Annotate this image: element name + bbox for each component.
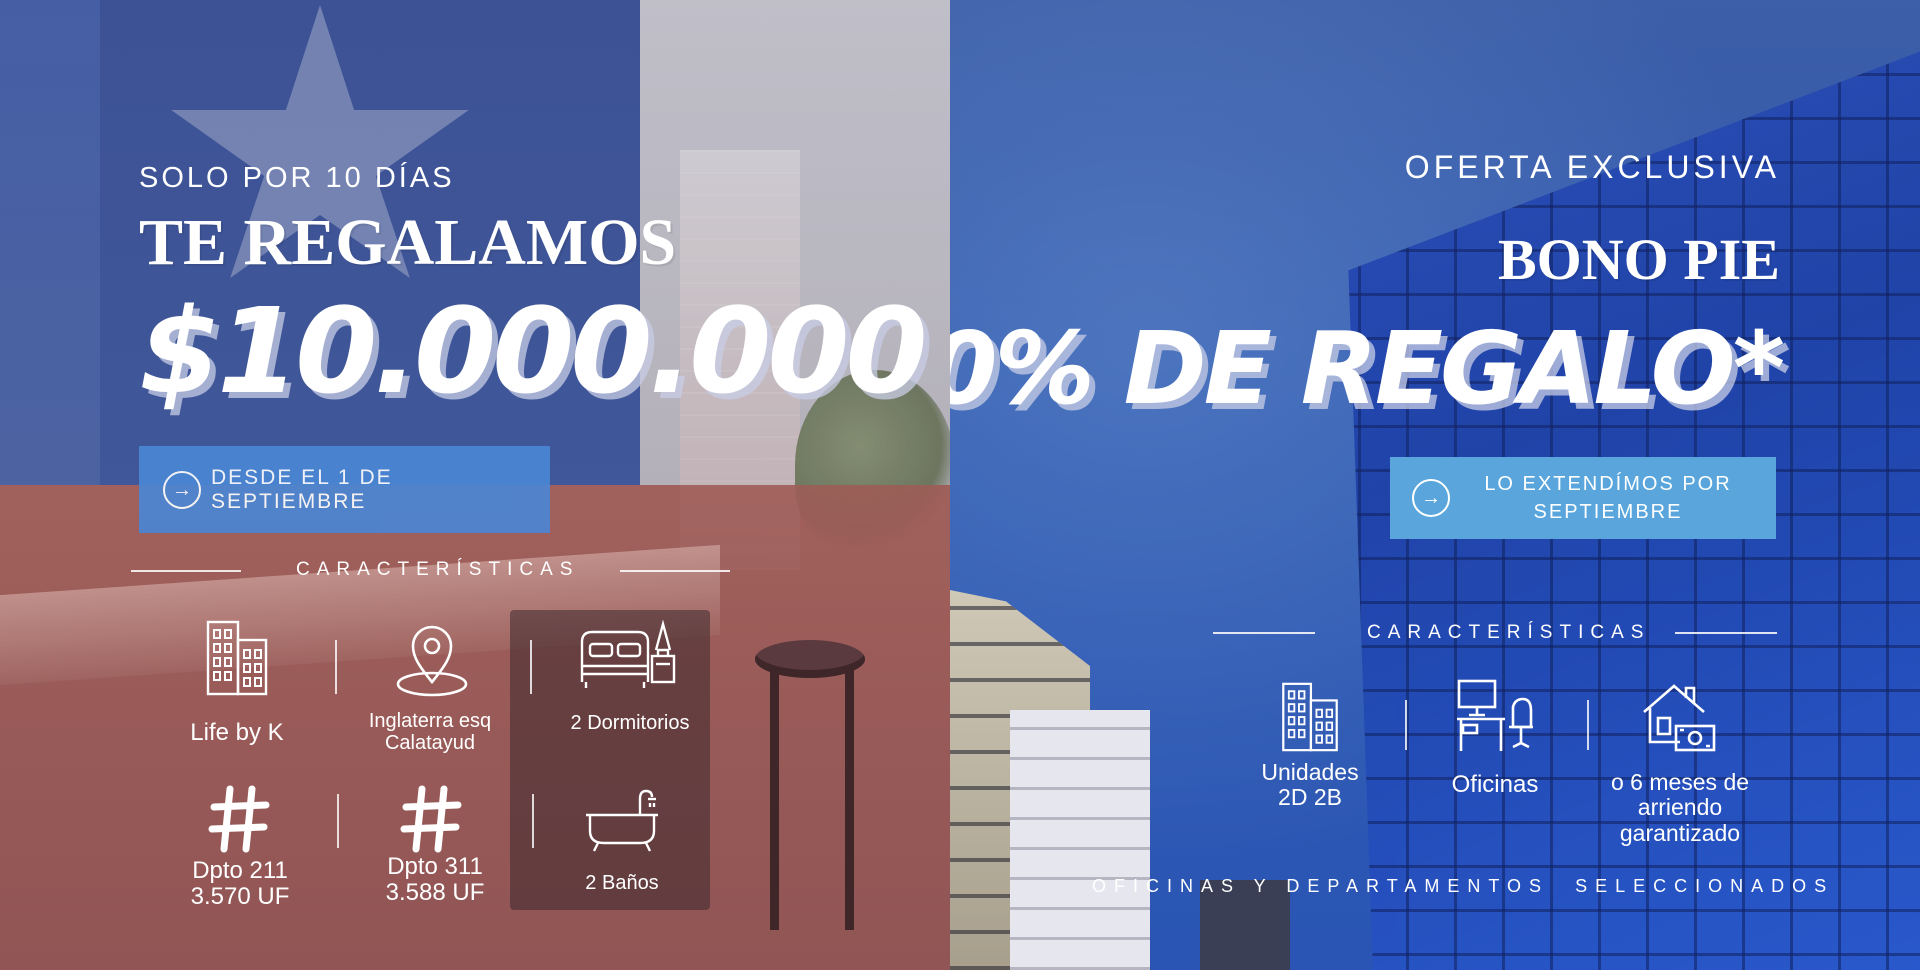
feature-lease-line3: garantizado [1619, 819, 1741, 846]
right-headline: BONO PIE [1498, 227, 1780, 292]
bathtub-icon [582, 785, 662, 855]
office-building-icon [1280, 682, 1340, 752]
stool-leg-bg [845, 670, 854, 930]
feature-unit1-name: Dpto 211 [192, 857, 288, 884]
right-cta-label: LO EXTENDÍMOS POR SEPTIEMBRE [1460, 470, 1776, 526]
arrow-right-circle-icon: → [1412, 479, 1450, 517]
left-eyebrow: SOLO POR 10 DÍAS [139, 162, 455, 194]
feature-unit1-label: Dpto 211 3.570 UF [170, 857, 310, 911]
right-cta-line2: SEPTIEMBRE [1533, 501, 1683, 523]
feature-separator [532, 794, 534, 848]
right-cta-button[interactable]: → LO EXTENDÍMOS POR SEPTIEMBRE [1390, 457, 1776, 539]
house-money-icon [1640, 680, 1716, 754]
feature-unit2-label: Dpto 311 3.588 UF [365, 853, 505, 907]
divider-line [131, 570, 241, 572]
divider-line [1213, 632, 1315, 634]
feature-unit2-name: Dpto 311 [387, 853, 483, 880]
feature-location-label: Inglaterra esq Calatayud [340, 710, 520, 754]
promo-banner: SOLO POR 10 DÍAS TE REGALAMOS $10.000.00… [0, 0, 1920, 970]
feature-lease-line2: arriendo [1637, 794, 1723, 821]
map-pin-icon [395, 622, 469, 698]
left-cta-button[interactable]: → DESDE EL 1 DE SEPTIEMBRE [139, 446, 550, 533]
feature-separator [1587, 700, 1589, 750]
right-promo-panel: OFERTA EXCLUSIVA BONO PIE 10% DE REGALO*… [950, 0, 1920, 970]
feature-separator [1405, 700, 1407, 750]
feature-units-line2: 2D 2B [1278, 784, 1342, 811]
feature-separator [335, 640, 337, 694]
feature-bathrooms-label: 2 Baños [585, 872, 659, 894]
hashtag-icon [400, 783, 462, 855]
right-cta-line1: LO EXTENDÍMOS POR [1484, 473, 1732, 495]
feature-units-line1: Unidades [1261, 759, 1359, 785]
bed-icon [578, 620, 678, 692]
right-offer: 10% DE REGALO* [950, 310, 1785, 427]
left-amount: $10.000.000 [139, 282, 928, 420]
left-promo-panel: SOLO POR 10 DÍAS TE REGALAMOS $10.000.00… [0, 0, 950, 970]
feature-units-label: Unidades 2D 2B [1240, 759, 1380, 811]
feature-separator [337, 794, 339, 848]
arrow-right-circle-icon: → [163, 470, 201, 509]
right-section-title: CARACTERÍSTICAS [1367, 622, 1651, 643]
feature-separator [530, 640, 532, 694]
office-desk-icon [1455, 677, 1535, 755]
divider-line [1675, 632, 1777, 634]
right-eyebrow: OFERTA EXCLUSIVA [1404, 149, 1780, 185]
feature-lease-line1: o 6 meses de [1610, 769, 1750, 795]
feature-location-line1: Inglaterra esq [368, 710, 492, 732]
feature-offices-label: Oficinas [1451, 771, 1539, 798]
left-section-title: CARACTERÍSTICAS [296, 559, 580, 580]
building-white-bg [1010, 710, 1150, 970]
feature-unit1-price: 3.570 UF [190, 883, 290, 911]
feature-building-label: Life by K [190, 719, 284, 746]
hashtag-icon [208, 783, 270, 855]
office-building-icon [205, 620, 269, 696]
stool-leg-bg [770, 670, 779, 930]
left-headline: TE REGALAMOS [139, 206, 677, 279]
divider-line [620, 570, 730, 572]
feature-bedrooms-label: 2 Dormitorios [570, 712, 690, 734]
right-footer: OFICINAS Y DEPARTAMENTOS SELECCIONADOS [1092, 876, 1835, 896]
feature-lease-label: o 6 meses de arriendo garantizado [1590, 769, 1770, 846]
feature-location-line2: Calatayud [384, 732, 476, 754]
left-cta-label: DESDE EL 1 DE SEPTIEMBRE [211, 465, 393, 513]
feature-unit2-price: 3.588 UF [385, 879, 485, 907]
